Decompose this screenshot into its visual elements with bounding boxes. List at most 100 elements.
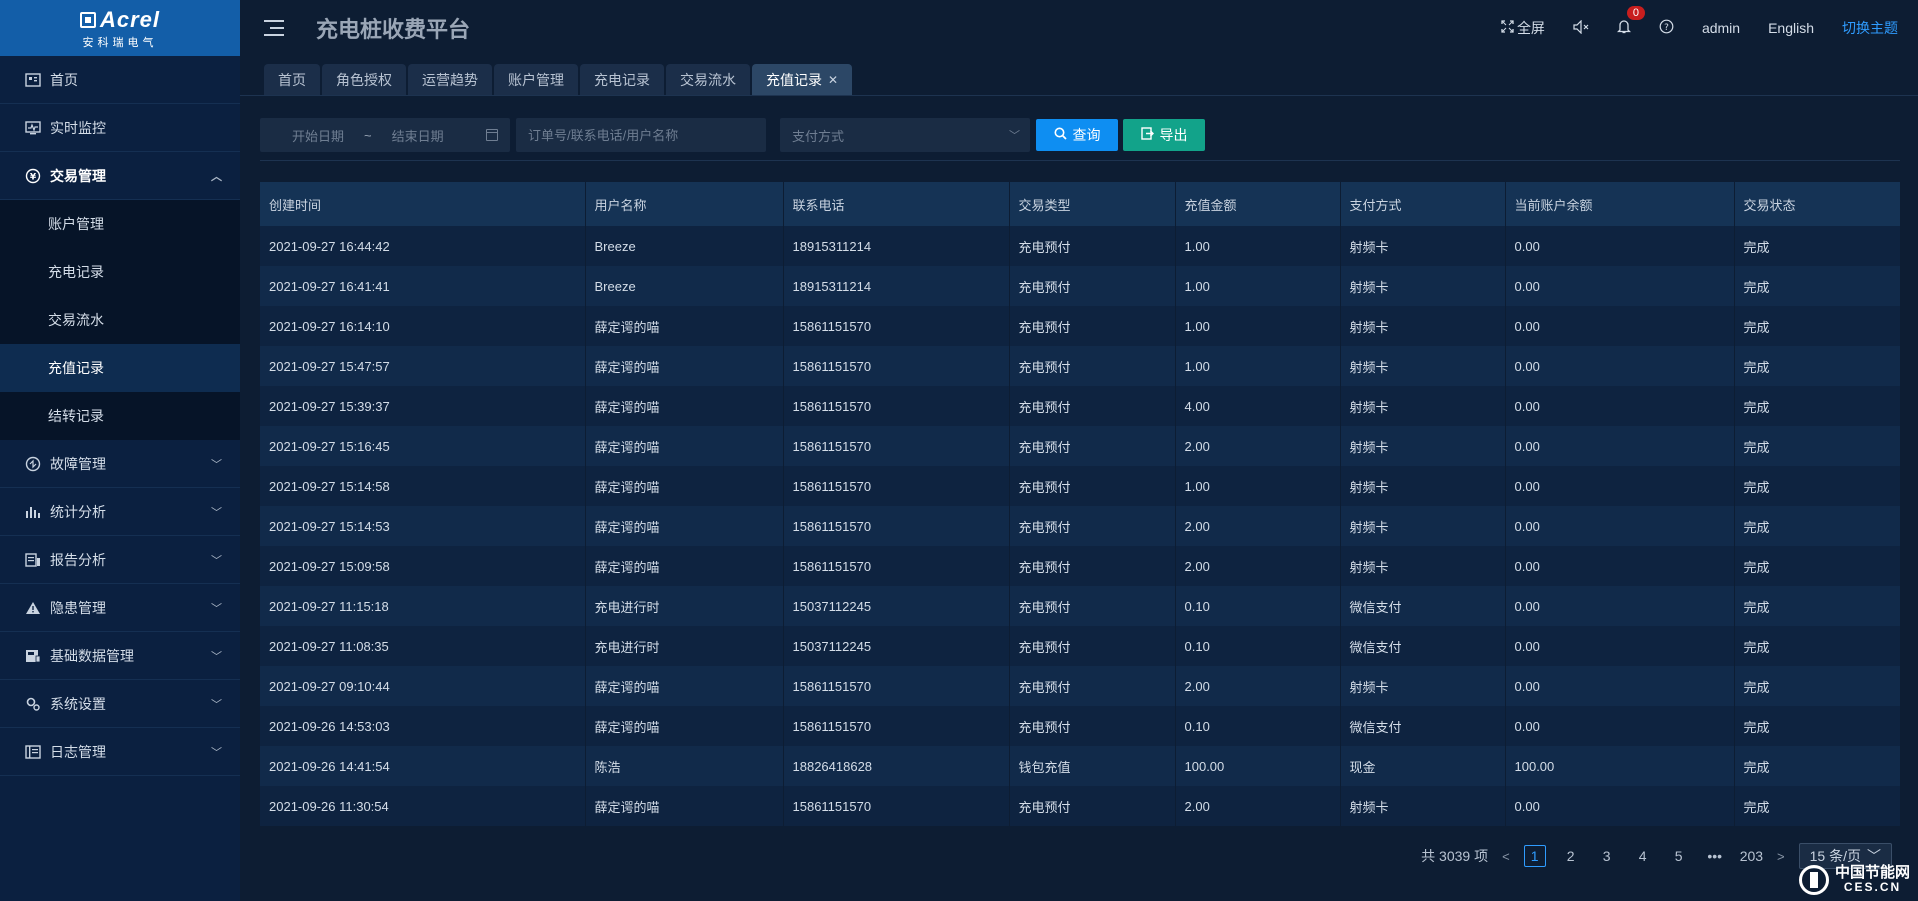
payment-method-select[interactable]: 支付方式 ﹀ bbox=[780, 118, 1030, 152]
table-row[interactable]: 2021-09-26 14:41:54 陈浩 18826418628 钱包充值 100.… bbox=[260, 746, 1901, 786]
table-cell: 15861151570 bbox=[783, 506, 1010, 546]
table-cell: 射频卡 bbox=[1340, 306, 1506, 346]
end-date-input[interactable]: 结束日期 bbox=[392, 126, 444, 145]
table-row[interactable]: 2021-09-27 16:14:10 薛定谔的喵 15861151570 充电预付 1… bbox=[260, 306, 1901, 346]
table-cell: 0.00 bbox=[1505, 426, 1735, 466]
logo-brand-cn: 安科瑞电气 bbox=[82, 36, 158, 49]
help-button[interactable]: ? bbox=[1659, 19, 1674, 37]
table-cell: 射频卡 bbox=[1340, 786, 1506, 826]
column-header: 创建时间 bbox=[260, 182, 586, 226]
start-date-input[interactable]: 开始日期 bbox=[292, 126, 344, 145]
table-cell: 完成 bbox=[1734, 706, 1901, 746]
table-cell: 充电预付 bbox=[1009, 586, 1176, 626]
table-cell: 充电预付 bbox=[1009, 306, 1176, 346]
header: 充电桩收费平台 全屏 0 ? admin English 切换主题 bbox=[240, 0, 1918, 56]
table-row[interactable]: 2021-09-27 15:39:37 薛定谔的喵 15861151570 充电预付 4… bbox=[260, 386, 1901, 426]
sidebar-item-hazard[interactable]: 隐患管理 ﹀ bbox=[0, 584, 240, 632]
filter-divider bbox=[260, 160, 1900, 161]
table-cell: 100.00 bbox=[1175, 746, 1341, 786]
tab-charging-records[interactable]: 充电记录 bbox=[580, 64, 664, 95]
sidebar-item-settings[interactable]: 系统设置 ﹀ bbox=[0, 680, 240, 728]
table-row[interactable]: 2021-09-27 15:47:57 薛定谔的喵 15861151570 充电预付 1… bbox=[260, 346, 1901, 386]
submenu-item-transactions[interactable]: 交易流水 bbox=[0, 296, 240, 344]
table-cell: 完成 bbox=[1734, 386, 1901, 426]
mute-button[interactable] bbox=[1573, 19, 1589, 37]
table-row[interactable]: 2021-09-27 09:10:44 薛定谔的喵 15861151570 充电预付 2… bbox=[260, 666, 1901, 706]
table-row[interactable]: 2021-09-27 15:16:45 薛定谔的喵 15861151570 充电预付 2… bbox=[260, 426, 1901, 466]
table-row[interactable]: 2021-09-27 15:09:58 薛定谔的喵 15861151570 充电预付 2… bbox=[260, 546, 1901, 586]
submenu-item-charging-records[interactable]: 充电记录 bbox=[0, 248, 240, 296]
user-menu[interactable]: admin bbox=[1702, 20, 1740, 36]
search-input[interactable] bbox=[516, 118, 766, 152]
table-cell: 完成 bbox=[1734, 306, 1901, 346]
tab-transactions[interactable]: 交易流水 bbox=[666, 64, 750, 95]
sidebar-item-label: 统计分析 bbox=[50, 503, 106, 520]
notification-badge: 0 bbox=[1626, 6, 1645, 20]
table-cell: 完成 bbox=[1734, 666, 1901, 706]
table-cell: 15861151570 bbox=[783, 426, 1010, 466]
table-cell: 2021-09-27 15:47:57 bbox=[260, 346, 586, 386]
sidebar-item-label: 日志管理 bbox=[50, 743, 106, 760]
close-icon[interactable]: ✕ bbox=[828, 73, 838, 87]
table-cell: 薛定谔的喵 bbox=[585, 546, 784, 586]
page-4[interactable]: 4 bbox=[1632, 845, 1654, 867]
filter-bar: 开始日期 ~ 结束日期 支付方式 ﹀ 查询 导出 bbox=[260, 118, 1205, 152]
table-cell: 4.00 bbox=[1175, 386, 1341, 426]
calendar-icon bbox=[486, 129, 498, 141]
date-range-picker[interactable]: 开始日期 ~ 结束日期 bbox=[260, 118, 510, 152]
table-cell: 薛定谔的喵 bbox=[585, 786, 784, 826]
page-5[interactable]: 5 bbox=[1668, 845, 1690, 867]
submenu-item-recharge-records[interactable]: 充值记录 bbox=[0, 344, 240, 392]
table-cell: 完成 bbox=[1734, 426, 1901, 466]
tab-account[interactable]: 账户管理 bbox=[494, 64, 578, 95]
query-button[interactable]: 查询 bbox=[1036, 119, 1118, 151]
home-icon bbox=[24, 71, 42, 89]
logo-brand: Acrel bbox=[99, 6, 161, 32]
table-row[interactable]: 2021-09-27 16:44:42 Breeze 18915311214 充电预付… bbox=[260, 226, 1901, 266]
table-row[interactable]: 2021-09-27 15:14:53 薛定谔的喵 15861151570 充电预付 2… bbox=[260, 506, 1901, 546]
prev-page-icon[interactable]: < bbox=[1502, 849, 1510, 864]
page-last[interactable]: 203 bbox=[1740, 845, 1763, 867]
sidebar-item-trade[interactable]: ¥ 交易管理 ︿ bbox=[0, 152, 240, 200]
chevron-down-icon: ﹀ bbox=[211, 602, 222, 615]
export-button[interactable]: 导出 bbox=[1123, 119, 1205, 151]
table-cell: 薛定谔的喵 bbox=[585, 506, 784, 546]
sidebar-item-stats[interactable]: 统计分析 ﹀ bbox=[0, 488, 240, 536]
page-1[interactable]: 1 bbox=[1523, 845, 1546, 867]
submenu-item-carryover-records[interactable]: 结转记录 bbox=[0, 392, 240, 440]
table-row[interactable]: 2021-09-26 11:30:54 薛定谔的喵 15861151570 充电预付 2… bbox=[260, 786, 1901, 826]
chevron-down-icon: ﹀ bbox=[211, 506, 222, 519]
table-cell: 充电预付 bbox=[1009, 546, 1176, 586]
sidebar-item-basedata[interactable]: 基础数据管理 ﹀ bbox=[0, 632, 240, 680]
table-cell: 1.00 bbox=[1175, 466, 1341, 506]
table-row[interactable]: 2021-09-26 14:53:03 薛定谔的喵 15861151570 充电预付 0… bbox=[260, 706, 1901, 746]
sidebar-item-logs[interactable]: 日志管理 ﹀ bbox=[0, 728, 240, 776]
tab-recharge-records[interactable]: 充值记录 ✕ bbox=[752, 64, 853, 95]
language-switch[interactable]: English bbox=[1768, 20, 1814, 36]
table-row[interactable]: 2021-09-27 11:15:18 充电进行时 15037112245 充电预付 0… bbox=[260, 586, 1901, 626]
theme-switch-link[interactable]: 切换主题 bbox=[1842, 18, 1898, 38]
submenu-item-account[interactable]: 账户管理 bbox=[0, 200, 240, 248]
fullscreen-button[interactable]: 全屏 bbox=[1501, 18, 1545, 38]
table-cell: 18915311214 bbox=[783, 266, 1010, 306]
tab-operation-trend[interactable]: 运营趋势 bbox=[408, 64, 492, 95]
sidebar-item-fault[interactable]: 故障管理 ﹀ bbox=[0, 440, 240, 488]
sidebar-item-report[interactable]: 报告分析 ﹀ bbox=[0, 536, 240, 584]
sidebar-item-monitor[interactable]: 实时监控 bbox=[0, 104, 240, 152]
sidebar-item-label: 首页 bbox=[50, 71, 78, 88]
table-cell: 充电预付 bbox=[1009, 626, 1176, 666]
table-row[interactable]: 2021-09-27 16:41:41 Breeze 18915311214 充电预付… bbox=[260, 266, 1901, 306]
menu-toggle-icon[interactable] bbox=[264, 20, 284, 36]
page-2[interactable]: 2 bbox=[1560, 845, 1582, 867]
table-row[interactable]: 2021-09-27 15:14:58 薛定谔的喵 15861151570 充电预付 1… bbox=[260, 466, 1901, 506]
tab-role-auth[interactable]: 角色授权 bbox=[322, 64, 406, 95]
next-page-icon[interactable]: > bbox=[1777, 849, 1785, 864]
table-row[interactable]: 2021-09-27 11:08:35 充电进行时 15037112245 充电预付 0… bbox=[260, 626, 1901, 666]
page-3[interactable]: 3 bbox=[1596, 845, 1618, 867]
more-pages[interactable]: ••• bbox=[1704, 845, 1726, 867]
table-cell: 2.00 bbox=[1175, 786, 1341, 826]
sidebar-item-home[interactable]: 首页 bbox=[0, 56, 240, 104]
column-header: 用户名称 bbox=[585, 182, 784, 226]
notification-button[interactable]: 0 bbox=[1616, 6, 1645, 37]
tab-home[interactable]: 首页 bbox=[264, 64, 320, 95]
